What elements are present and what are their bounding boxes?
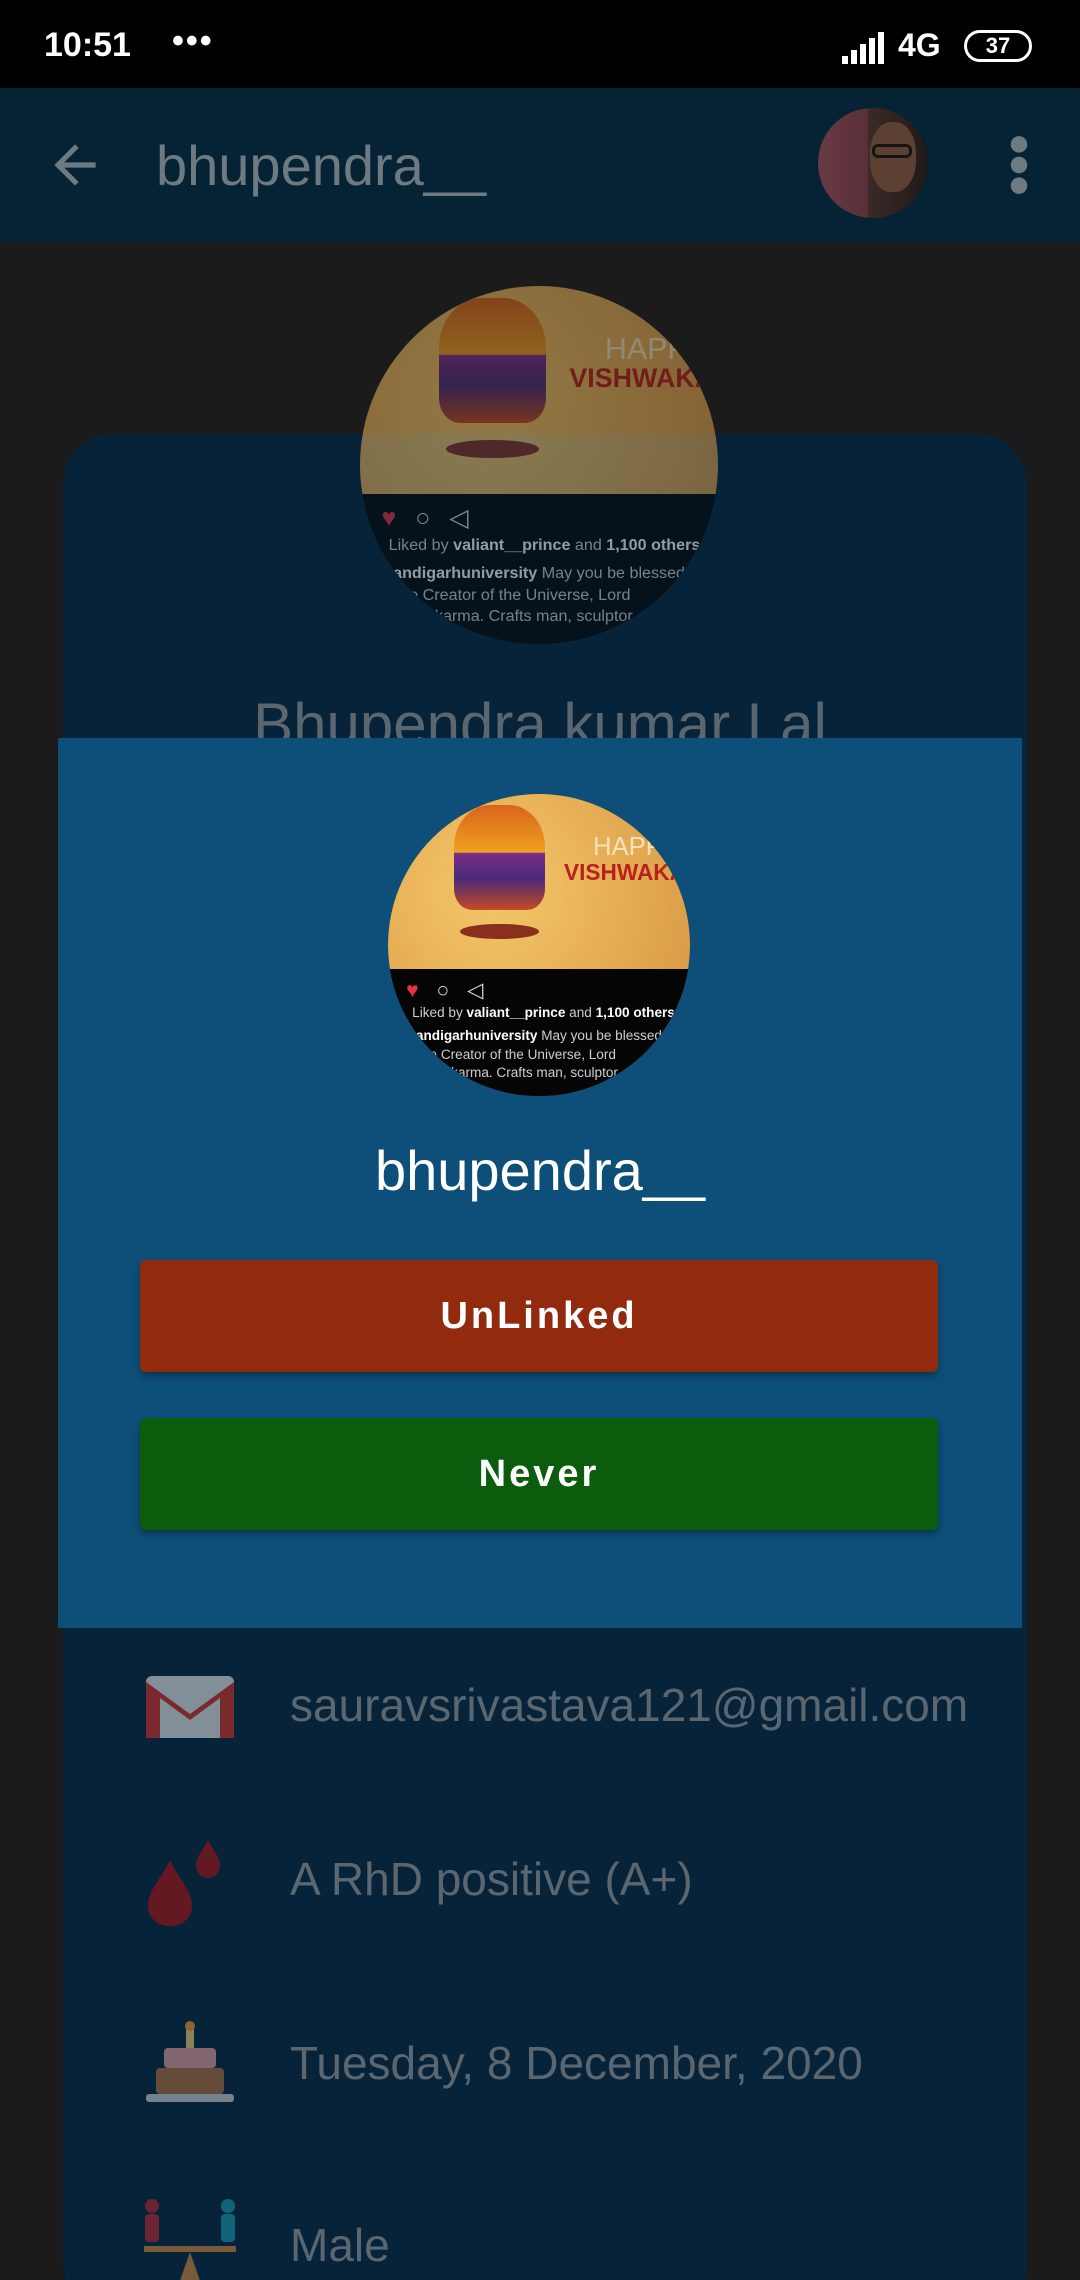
likes-prefix: Liked by: [412, 1004, 463, 1020]
app-bar: bhupendra__: [0, 88, 1080, 242]
heart-icon: ♥: [381, 503, 403, 532]
post-caption-area: ♥ ○ ◁ Liked by valiant__prince and 1,100…: [388, 969, 690, 1096]
likes-count: 1,100 others: [606, 535, 701, 554]
status-time: 10:51: [44, 26, 131, 64]
cake-icon: [146, 2021, 234, 2102]
unlinked-button[interactable]: UnLinked: [140, 1260, 938, 1372]
birthday-text: Tuesday, 8 December, 2020: [290, 2037, 863, 2089]
post-image: HAPPY VISHWAKA: [388, 794, 690, 970]
post-caption-area: ♥ ○ ◁ Liked by valiant__prince and 1,100…: [360, 493, 718, 644]
status-overflow-dots: •••: [172, 22, 214, 60]
email-text: sauravsrivastava121@gmail.com: [290, 1679, 969, 1731]
post-likes: Liked by valiant__prince and 1,100 other…: [412, 1005, 675, 1020]
gender-icon: [144, 2199, 236, 2280]
gender-text: Male: [290, 2219, 390, 2271]
likes-prefix: Liked by: [388, 535, 449, 554]
post-actions: ♥ ○ ◁: [406, 978, 490, 1002]
deity-figure: [454, 804, 546, 910]
link-status-dialog: HAPPY VISHWAKA ♥ ○ ◁ Liked by valiant__p…: [58, 738, 1022, 1628]
blood-drop-icon: [148, 1840, 220, 1926]
heart-icon: ♥: [406, 978, 425, 1002]
deity-stand: [445, 439, 539, 459]
signal-icon: [842, 32, 884, 64]
likes-and: and: [569, 1004, 592, 1020]
dialog-username: bhupendra__: [374, 1139, 706, 1202]
birthday-row: Tuesday, 8 December, 2020: [140, 2014, 1040, 2124]
likes-user: valiant__prince: [453, 535, 571, 554]
likes-and: and: [574, 535, 602, 554]
caption-user: chandigarhuniversity: [400, 1028, 538, 1044]
never-button[interactable]: Never: [140, 1418, 938, 1530]
gender-row: Male: [140, 2196, 1040, 2280]
post-caption: chandigarhuniversity May you be blessed …: [400, 1027, 678, 1096]
page-title: bhupendra__: [156, 134, 487, 197]
deity-stand: [460, 923, 539, 940]
email-row: sauravsrivastava121@gmail.com: [140, 1656, 1040, 1766]
profile-avatar: HAPPY VISHWAKA ♥ ○ ◁ Liked by valiant__p…: [360, 286, 718, 644]
battery-icon: 37: [964, 30, 1032, 62]
likes-user: valiant__prince: [466, 1004, 566, 1020]
caption-user: chandigarhuniversity: [374, 563, 538, 582]
post-image: HAPPY VISHWAKA: [360, 286, 718, 494]
post-likes: Liked by valiant__prince and 1,100 other…: [389, 536, 701, 555]
gmail-icon: [146, 1676, 234, 1738]
dialog-avatar: HAPPY VISHWAKA ♥ ○ ◁ Liked by valiant__p…: [388, 794, 690, 1096]
post-happy-text: HAPPY: [604, 331, 708, 366]
network-type: 4G: [898, 27, 941, 63]
post-vish-text: VISHWAKA: [569, 362, 714, 393]
blood-group-text: A RhD positive (A+): [290, 1853, 693, 1905]
avatar[interactable]: [818, 108, 928, 218]
status-bar: 10:51 ••• 4G 37: [0, 0, 1080, 88]
post-caption: chandigarhuniversity May you be blessed …: [374, 563, 703, 644]
deity-figure: [438, 298, 547, 424]
avatar-glasses: [872, 144, 912, 158]
likes-count: 1,100 others: [595, 1004, 675, 1020]
blood-row: A RhD positive (A+): [140, 1830, 1040, 1940]
more-vert-icon[interactable]: [1004, 134, 1034, 196]
post-vish-text: VISHWAKA: [563, 858, 686, 885]
post-actions: ♥ ○ ◁: [381, 503, 475, 532]
arrow-left-icon[interactable]: [44, 134, 106, 196]
battery-level: 37: [985, 33, 1011, 58]
post-happy-text: HAPPY: [593, 832, 680, 861]
